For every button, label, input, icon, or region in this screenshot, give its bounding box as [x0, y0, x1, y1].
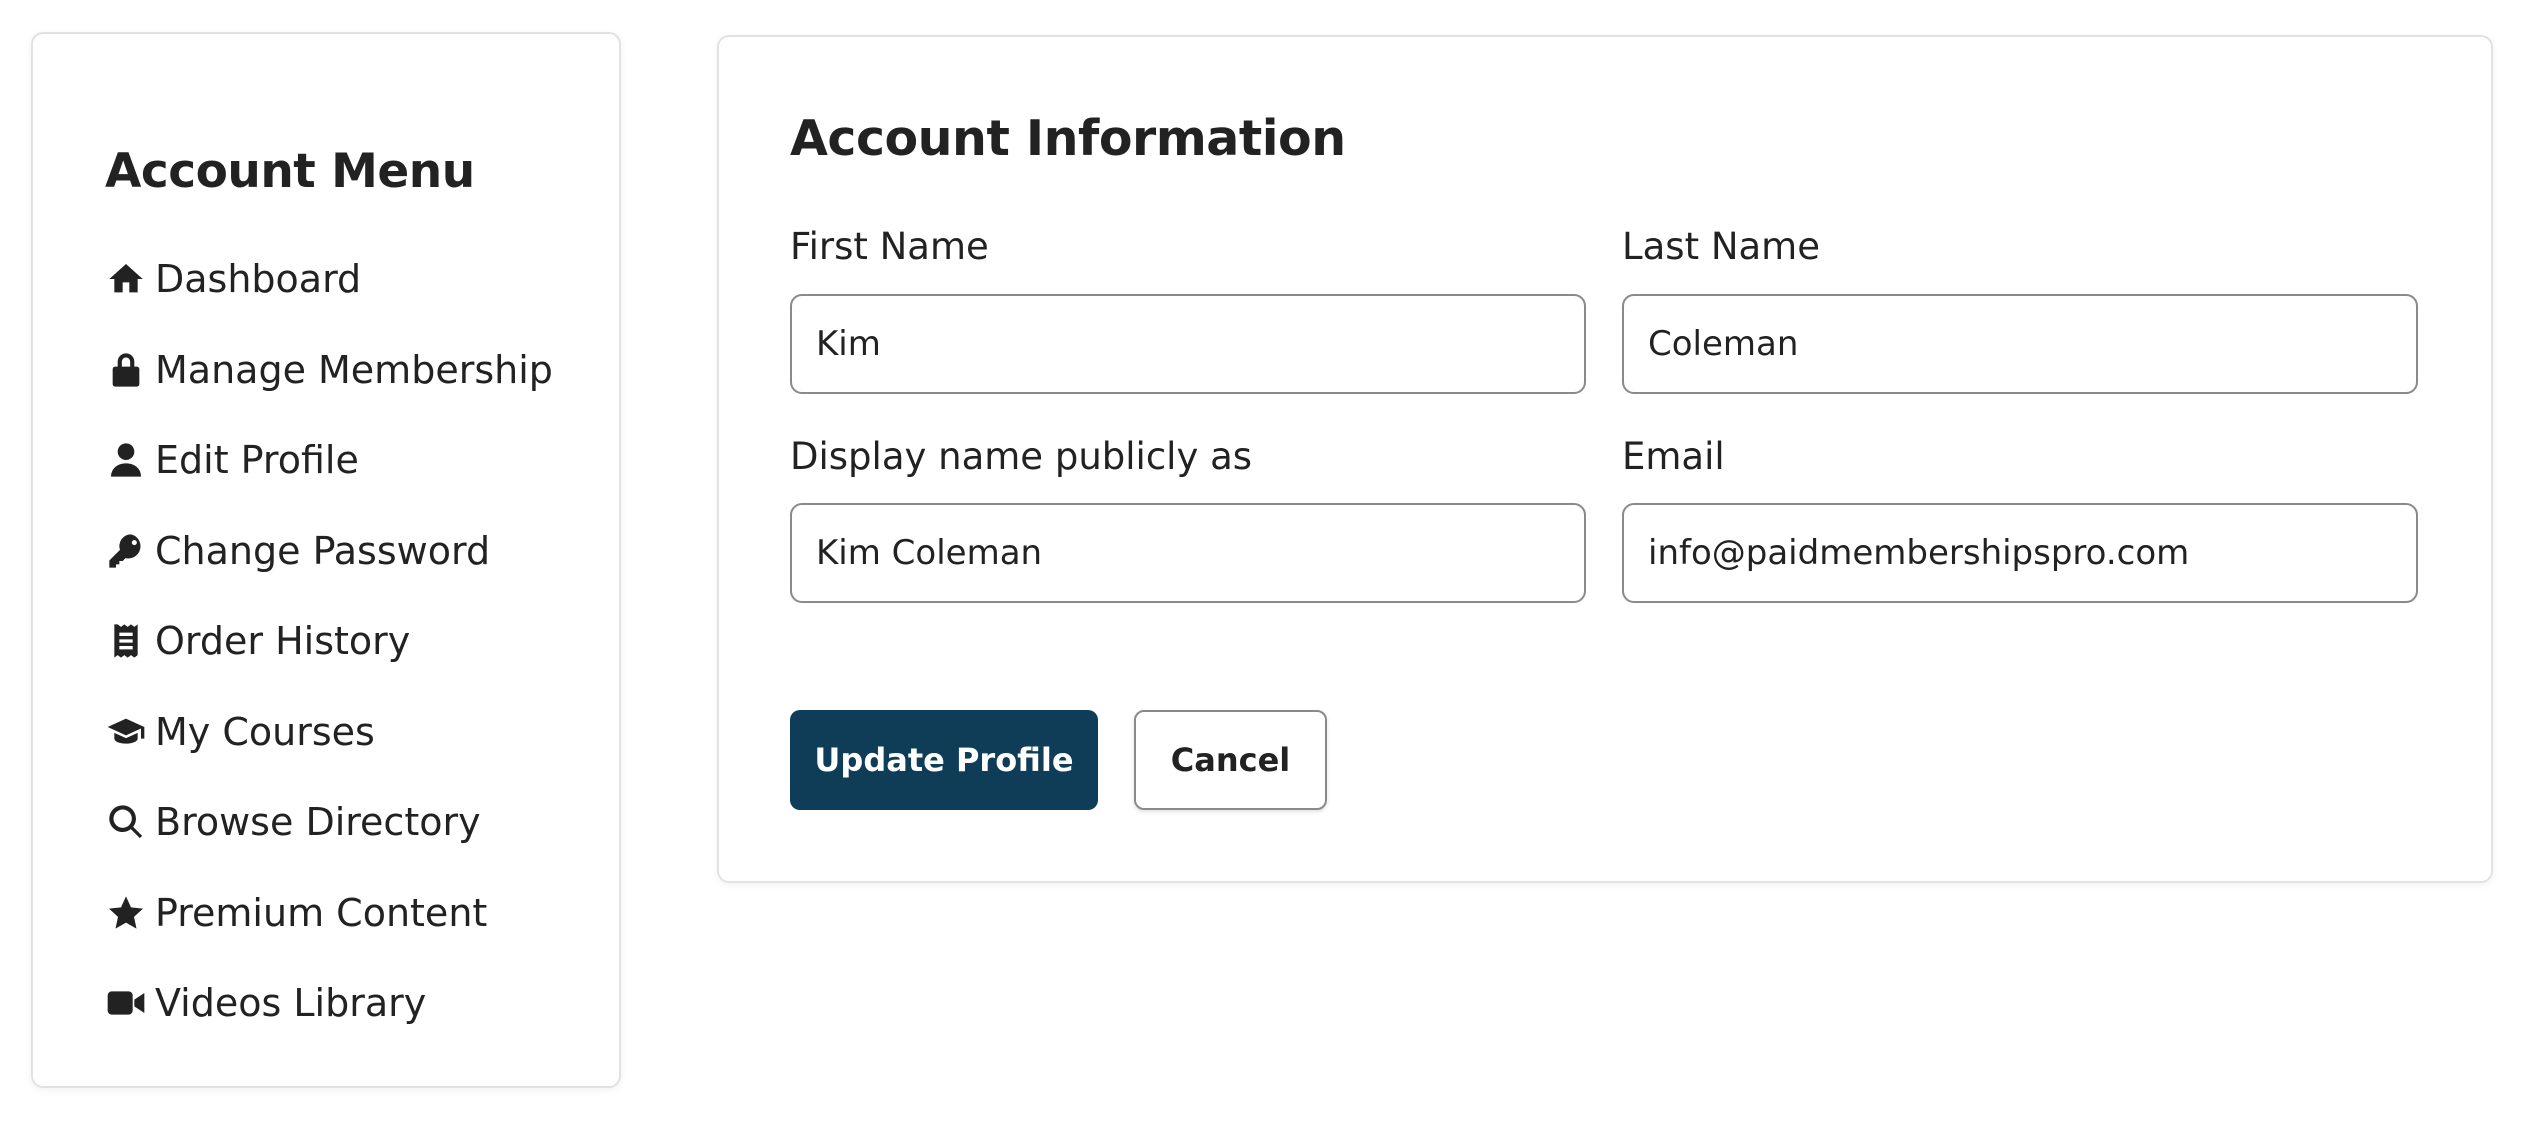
sidebar-item-label: My Courses	[155, 709, 375, 754]
first-name-label: First Name	[790, 225, 989, 268]
display-name-field[interactable]	[790, 503, 1586, 603]
user-icon	[105, 439, 147, 481]
receipt-icon	[105, 620, 147, 662]
display-name-label: Display name publicly as	[790, 435, 1253, 478]
page-title: Account Information	[790, 110, 1346, 167]
sidebar-item-label: Dashboard	[155, 257, 362, 302]
graduation-cap-icon	[105, 711, 147, 753]
account-information-card: Account Information First Name Last Name…	[717, 35, 2493, 883]
video-icon	[105, 982, 147, 1024]
page: Account Menu Dashboard Manage Membership…	[0, 0, 2530, 1130]
cancel-button[interactable]: Cancel	[1134, 710, 1327, 810]
last-name-label: Last Name	[1622, 225, 1820, 268]
account-menu-list: Dashboard Manage Membership Edit Profile…	[105, 234, 553, 1049]
home-icon	[105, 258, 147, 300]
update-profile-button[interactable]: Update Profile	[790, 710, 1098, 810]
sidebar-item-videos-library[interactable]: Videos Library	[105, 958, 553, 1049]
sidebar-item-dashboard[interactable]: Dashboard	[105, 234, 553, 325]
star-icon	[105, 892, 147, 934]
email-label: Email	[1622, 435, 1725, 478]
sidebar-item-label: Browse Directory	[155, 800, 481, 845]
key-icon	[105, 530, 147, 572]
sidebar-item-browse-directory[interactable]: Browse Directory	[105, 777, 553, 868]
sidebar-item-label: Videos Library	[155, 981, 427, 1026]
lock-icon	[105, 349, 147, 391]
sidebar-item-edit-profile[interactable]: Edit Profile	[105, 415, 553, 506]
search-icon	[105, 801, 147, 843]
first-name-field[interactable]	[790, 294, 1586, 394]
sidebar-item-label: Change Password	[155, 528, 491, 573]
account-menu-title: Account Menu	[105, 144, 475, 199]
email-field[interactable]	[1622, 503, 2418, 603]
sidebar-item-change-password[interactable]: Change Password	[105, 506, 553, 597]
sidebar-item-my-courses[interactable]: My Courses	[105, 687, 553, 778]
sidebar-item-premium-content[interactable]: Premium Content	[105, 868, 553, 959]
sidebar-item-order-history[interactable]: Order History	[105, 596, 553, 687]
account-menu-sidebar: Account Menu Dashboard Manage Membership…	[31, 32, 621, 1088]
sidebar-item-label: Edit Profile	[155, 438, 359, 483]
sidebar-item-label: Order History	[155, 619, 411, 664]
last-name-field[interactable]	[1622, 294, 2418, 394]
sidebar-item-manage-membership[interactable]: Manage Membership	[105, 325, 553, 416]
sidebar-item-label: Premium Content	[155, 890, 488, 935]
sidebar-item-label: Manage Membership	[155, 347, 553, 392]
